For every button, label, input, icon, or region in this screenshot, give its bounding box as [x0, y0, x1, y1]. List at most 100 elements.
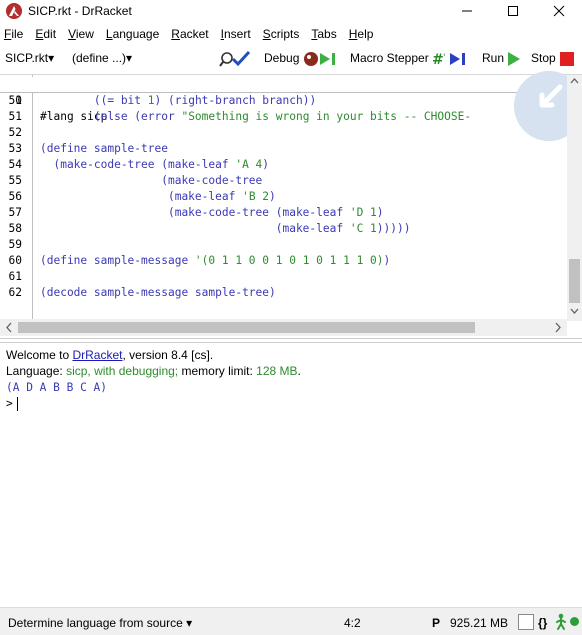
language-line: Language: sicp, with debugging; memory l… [6, 364, 301, 378]
editor-line: 50 ((= bit 1) (right-branch branch)) [0, 93, 567, 109]
editor-line: 55 (make-code-tree [0, 173, 567, 189]
running-figure-icon [554, 613, 568, 634]
editor-line: 51 (else (error "Something is wrong in y… [0, 109, 567, 125]
debug-icon [303, 52, 335, 66]
editor-line: 62 (decode sample-message sample-tree) [0, 285, 567, 301]
menu-scripts[interactable]: Scripts [263, 27, 300, 41]
window-title: SICP.rkt - DrRacket [28, 4, 132, 18]
line-number: 59 [8, 238, 22, 251]
code-text: (else (error "Something is wrong in your… [40, 110, 472, 123]
language-selector[interactable]: Determine language from source ▾ [8, 616, 192, 630]
line-number: 54 [8, 158, 22, 171]
line-number: 51 [8, 110, 22, 123]
editor-line: 58 (make-leaf 'C 1))))) [0, 221, 567, 237]
run-label: Run [482, 51, 505, 66]
status-bar: Determine language from source ▾ 4:2 P 9… [0, 607, 582, 635]
definitions-editor[interactable]: 1 #lang sicp 50 ((= bit 1) (right-branch… [0, 71, 582, 336]
line-number: 60 [8, 254, 22, 267]
code-text: ((= bit 1) (right-branch branch)) [40, 94, 317, 107]
editor-line: 54 (make-code-tree (make-leaf 'A 4) [0, 157, 567, 173]
editor-line: 52 [0, 125, 567, 141]
scroll-down-icon [570, 308, 579, 314]
menu-language[interactable]: Language [106, 27, 159, 41]
toolbar: SICP.rkt▾ (define ...)▾ Debug Macro Step… [0, 46, 582, 72]
editor-line: 1 #lang sicp [0, 77, 567, 123]
memory-usage[interactable]: 925.21 MB [450, 616, 508, 630]
close-button[interactable] [536, 0, 582, 22]
scroll-right-icon [555, 322, 561, 333]
editor-line: 60 (define sample-message '(0 1 1 0 0 1 0… [0, 253, 567, 269]
drracket-logo-icon [6, 3, 22, 19]
run-button[interactable]: Run [482, 51, 521, 67]
line-number: 53 [8, 142, 22, 155]
line-number: 62 [8, 286, 22, 299]
macro-stepper-button[interactable]: Macro Stepper # ' [350, 51, 470, 68]
run-icon [508, 52, 521, 66]
code-text: (make-leaf 'C 1))))) [40, 222, 411, 235]
interactions-pane[interactable]: Welcome to DrRacket, version 8.4 [cs]. L… [0, 344, 582, 606]
editor-line: 61 [0, 269, 567, 285]
menu-bar: File Edit View Language Racket Insert Sc… [0, 24, 582, 44]
svg-text:#: # [432, 52, 444, 67]
line-number: 58 [8, 222, 22, 235]
repl-prompt: > [6, 397, 13, 410]
drracket-link[interactable]: DrRacket [72, 348, 122, 362]
line-number: 57 [8, 206, 22, 219]
line-number: 52 [8, 126, 22, 139]
macro-stepper-label: Macro Stepper [350, 51, 429, 66]
code-text: (make-code-tree (make-leaf 'D 1) [40, 206, 384, 219]
menu-tabs[interactable]: Tabs [311, 27, 336, 41]
menu-racket[interactable]: Racket [171, 27, 208, 41]
editor-line: 59 [0, 237, 567, 253]
language-name: sicp, with debugging; [66, 364, 179, 378]
stop-label: Stop [531, 51, 556, 66]
check-syntax-icon[interactable] [219, 50, 255, 71]
menu-help[interactable]: Help [349, 27, 374, 41]
code-text: (make-code-tree (make-leaf 'A 4) [40, 158, 270, 171]
line-number: 50 [8, 94, 22, 107]
stop-icon [560, 52, 575, 66]
repl-prompt-line[interactable]: > [6, 396, 18, 411]
scroll-left-icon [6, 322, 12, 333]
define-menu-button[interactable]: (define ...)▾ [72, 51, 132, 65]
title-bar: SICP.rkt - DrRacket [0, 0, 582, 22]
editor-vertical-scrollbar[interactable] [567, 75, 582, 321]
cursor-position: 4:2 [344, 616, 361, 630]
line-number: 56 [8, 190, 22, 203]
text-cursor [16, 396, 18, 411]
scroll-up-icon [570, 78, 579, 84]
menu-edit[interactable]: Edit [35, 27, 56, 41]
status-dot-icon [570, 617, 579, 626]
line-number: 61 [8, 270, 22, 283]
line-number: 55 [8, 174, 22, 187]
menu-insert[interactable]: Insert [221, 27, 251, 41]
repl-output: (A D A B B C A) [6, 381, 108, 394]
pane-splitter[interactable] [0, 338, 582, 343]
debug-button[interactable]: Debug [264, 51, 337, 67]
code-text: (define sample-tree [40, 142, 168, 155]
macro-stepper-icon: # ' [432, 52, 466, 68]
editor-horizontal-scrollbar[interactable] [0, 319, 567, 336]
svg-text:': ' [443, 53, 445, 63]
maximize-button[interactable] [490, 0, 536, 22]
memory-limit: 128 MB [256, 364, 298, 378]
code-text: (decode sample-message sample-tree) [40, 286, 276, 299]
file-selector-button[interactable]: SICP.rkt▾ [5, 51, 54, 65]
paren-indicator: {} [538, 616, 548, 630]
welcome-line: Welcome to DrRacket, version 8.4 [cs]. [6, 348, 214, 362]
horizontal-scroll-thumb[interactable] [18, 322, 475, 333]
menu-file[interactable]: File [4, 27, 23, 41]
stop-button[interactable]: Stop [531, 51, 575, 67]
minimize-button[interactable] [444, 0, 490, 22]
menu-view[interactable]: View [68, 27, 94, 41]
code-text: (make-code-tree [40, 174, 263, 187]
p-indicator: P [432, 616, 441, 630]
editor-line: 53 (define sample-tree [0, 141, 567, 157]
code-text: (define sample-message '(0 1 1 0 0 1 0 1… [40, 254, 391, 267]
code-text: (make-leaf 'B 2) [40, 190, 276, 203]
vertical-scroll-thumb[interactable] [569, 259, 580, 303]
debug-label: Debug [264, 51, 300, 66]
gc-indicator-box [518, 614, 534, 630]
editor-line: 56 (make-leaf 'B 2) [0, 189, 567, 205]
editor-line: 57 (make-code-tree (make-leaf 'D 1) [0, 205, 567, 221]
